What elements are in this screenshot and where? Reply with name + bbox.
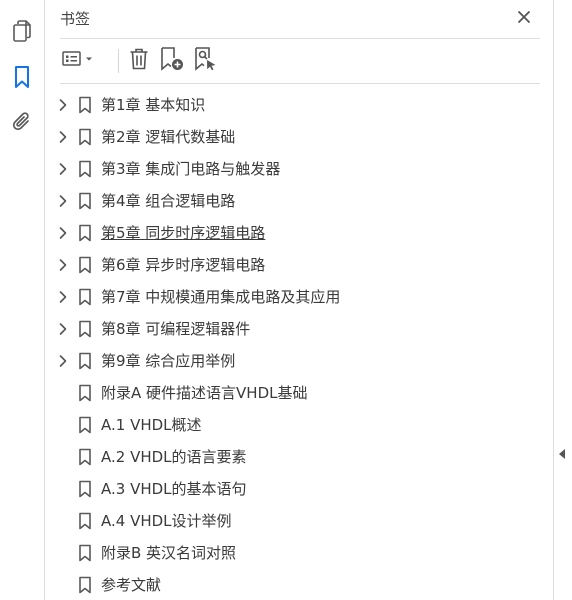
bookmarks-toolbar xyxy=(60,39,540,84)
bookmark-icon xyxy=(78,128,92,146)
bookmark-item[interactable]: 第6章 异步时序逻辑电路 xyxy=(45,249,553,281)
bookmark-label: 第7章 中规模通用集成电路及其应用 xyxy=(101,288,341,306)
bookmark-icon xyxy=(78,352,92,370)
pages-icon xyxy=(11,19,33,43)
expand-chevron-icon[interactable] xyxy=(56,321,70,337)
bookmark-label: 第2章 逻辑代数基础 xyxy=(101,128,236,146)
bookmark-label: A.1 VHDL概述 xyxy=(101,416,202,434)
bookmark-item[interactable]: A.3 VHDL的基本语句 xyxy=(45,473,553,505)
bookmark-icon xyxy=(78,160,92,178)
bookmark-item[interactable]: 附录A 硬件描述语言VHDL基础 xyxy=(45,377,553,409)
pages-button[interactable] xyxy=(8,17,36,45)
expand-chevron-icon[interactable] xyxy=(56,257,70,273)
find-current-bookmark-icon xyxy=(193,46,219,76)
new-bookmark-icon xyxy=(159,46,185,76)
expand-chevron-icon[interactable] xyxy=(56,129,70,145)
paperclip-icon xyxy=(11,110,33,134)
bookmark-label: A.4 VHDL设计举例 xyxy=(101,512,232,530)
bookmark-icon xyxy=(78,544,92,562)
bookmark-label: A.3 VHDL的基本语句 xyxy=(101,480,247,498)
expand-chevron-icon[interactable] xyxy=(56,289,70,305)
close-icon xyxy=(517,9,531,28)
bookmark-item[interactable]: 第2章 逻辑代数基础 xyxy=(45,121,553,153)
bookmark-icon xyxy=(78,256,92,274)
navigation-rail xyxy=(0,0,45,600)
expand-chevron-icon[interactable] xyxy=(56,353,70,369)
bookmark-label: 第8章 可编程逻辑器件 xyxy=(101,320,251,338)
collapse-panel-handle[interactable] xyxy=(557,446,567,462)
expand-chevron-icon[interactable] xyxy=(56,225,70,241)
delete-bookmark-button[interactable] xyxy=(126,48,152,74)
expand-chevron-icon[interactable] xyxy=(56,161,70,177)
bookmark-icon xyxy=(78,576,92,594)
options-menu-button[interactable] xyxy=(60,48,98,74)
bookmark-icon xyxy=(78,288,92,306)
bookmark-label: 附录A 硬件描述语言VHDL基础 xyxy=(101,384,308,402)
bookmark-item[interactable]: A.2 VHDL的语言要素 xyxy=(45,441,553,473)
bookmark-item[interactable]: 第9章 综合应用举例 xyxy=(45,345,553,377)
panel-title: 书签 xyxy=(60,10,91,28)
bookmark-tree: 第1章 基本知识第2章 逻辑代数基础第3章 集成门电路与触发器 第4章 组合逻辑电… xyxy=(45,89,553,600)
bookmark-icon xyxy=(78,448,92,466)
bookmark-icon xyxy=(78,384,92,402)
bookmark-item[interactable]: 第3章 集成门电路与触发器 xyxy=(45,153,553,185)
bookmark-item[interactable]: 第1章 基本知识 xyxy=(45,89,553,121)
bookmark-item[interactable]: 第4章 组合逻辑电路 xyxy=(45,185,553,217)
bookmark-item[interactable]: 附录B 英汉名词对照 xyxy=(45,537,553,569)
bookmark-label: 第6章 异步时序逻辑电路 xyxy=(101,256,266,274)
bookmark-icon xyxy=(78,192,92,210)
trash-icon xyxy=(128,47,150,75)
bookmark-icon xyxy=(78,416,92,434)
toolbar-divider xyxy=(118,49,119,73)
bookmark-icon xyxy=(78,96,92,114)
bookmark-item[interactable]: 第7章 中规模通用集成电路及其应用 xyxy=(45,281,553,313)
bookmark-icon xyxy=(78,480,92,498)
close-panel-button[interactable] xyxy=(514,8,534,28)
attachments-button[interactable] xyxy=(8,108,36,136)
bookmark-icon xyxy=(78,512,92,530)
bookmark-item[interactable]: 第8章 可编程逻辑器件 xyxy=(45,313,553,345)
bookmark-label: 第3章 集成门电路与触发器 xyxy=(101,160,281,178)
bookmarks-button[interactable] xyxy=(8,63,36,91)
find-current-bookmark-button[interactable] xyxy=(192,46,220,76)
expand-chevron-icon[interactable] xyxy=(56,193,70,209)
list-options-icon xyxy=(61,49,97,73)
bookmark-item[interactable]: 参考文献 xyxy=(45,569,553,600)
bookmark-icon xyxy=(78,224,92,242)
bookmark-label: 参考文献 xyxy=(101,576,162,594)
bookmark-icon xyxy=(13,65,31,89)
bookmark-item[interactable]: A.4 VHDL设计举例 xyxy=(45,505,553,537)
expand-chevron-icon[interactable] xyxy=(56,97,70,113)
bookmark-label: 第1章 基本知识 xyxy=(101,96,206,114)
reader-sidebar: 书签 第1章 基本知识 第2章 逻辑代数基础 第3章 集成门电路与触发器 第4章… xyxy=(0,0,572,600)
bookmark-item[interactable]: 第5章 同步时序逻辑电路 xyxy=(45,217,553,249)
panel-header: 书签 xyxy=(60,0,540,39)
bookmark-label: 第4章 组合逻辑电路 xyxy=(101,192,236,210)
bookmark-item[interactable]: A.1 VHDL概述 xyxy=(45,409,553,441)
bookmark-label: A.2 VHDL的语言要素 xyxy=(101,448,247,466)
collapse-left-icon xyxy=(558,445,566,464)
bookmark-icon xyxy=(78,320,92,338)
bookmark-label: 附录B 英汉名词对照 xyxy=(101,544,237,562)
new-bookmark-button[interactable] xyxy=(158,46,186,76)
bookmark-label: 第5章 同步时序逻辑电路 xyxy=(101,224,266,242)
bookmark-label: 第9章 综合应用举例 xyxy=(101,352,236,370)
bookmarks-panel: 书签 第1章 基本知识 第2章 逻辑代数基础 第3章 集成门电路与触发器 第4章… xyxy=(45,0,554,600)
